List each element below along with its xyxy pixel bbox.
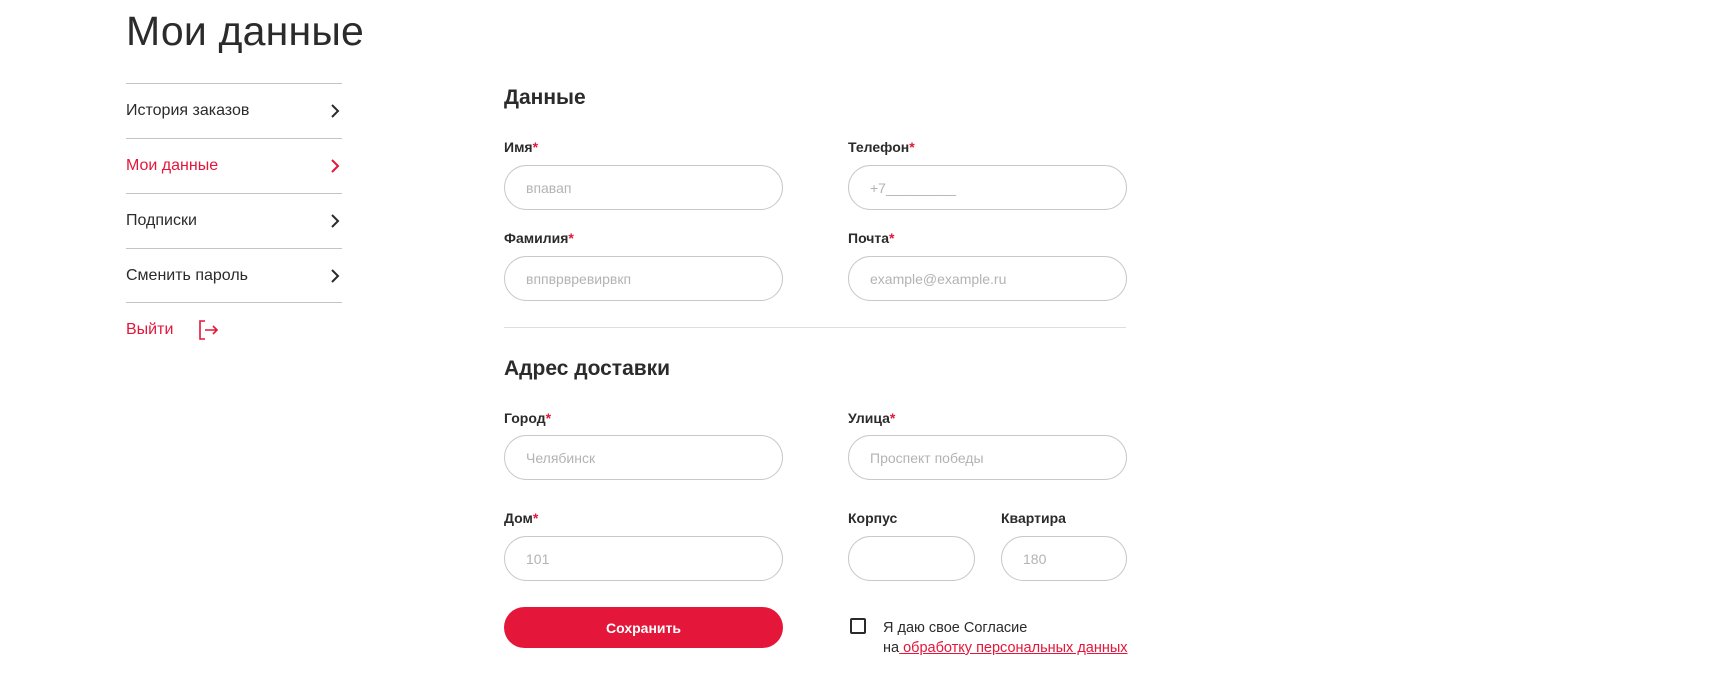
city-label: Город* <box>504 410 552 426</box>
chevron-right-icon <box>331 159 340 173</box>
page: Мои данные История заказов Мои данные По… <box>0 0 1730 694</box>
email-input[interactable] <box>848 256 1127 301</box>
consent-line-2: на обработку персональных данных <box>883 640 1128 656</box>
house-label: Дом* <box>504 510 539 526</box>
section-divider <box>504 327 1126 328</box>
logout-icon <box>199 320 219 340</box>
sidebar-item-change-password[interactable]: Сменить пароль <box>126 248 342 303</box>
consent-policy-link[interactable]: обработку персональных данных <box>899 640 1127 656</box>
sidebar-item-label: Мои данные <box>126 157 219 174</box>
apartment-label: Квартира <box>1001 510 1066 526</box>
house-input[interactable] <box>504 536 783 581</box>
chevron-right-icon <box>331 214 340 228</box>
chevron-right-icon <box>331 268 340 283</box>
section-title-personal: Данные <box>504 86 586 109</box>
name-input[interactable] <box>504 165 783 210</box>
email-label: Почта* <box>848 230 895 246</box>
city-input[interactable] <box>504 435 783 480</box>
phone-input[interactable] <box>848 165 1127 210</box>
sidebar-item-label: Подписки <box>126 212 197 229</box>
apartment-input[interactable] <box>1001 536 1127 581</box>
name-label: Имя* <box>504 139 539 155</box>
building-label: Корпус <box>848 510 898 526</box>
phone-label: Телефон* <box>848 139 915 155</box>
page-title: Мои данные <box>126 8 364 54</box>
sidebar-item-my-data[interactable]: Мои данные <box>126 138 342 193</box>
consent-checkbox[interactable] <box>850 618 866 634</box>
street-label: Улица* <box>848 410 896 426</box>
surname-label: Фамилия* <box>504 230 574 246</box>
sidebar-nav: История заказов Мои данные Подписки Смен… <box>126 83 342 342</box>
sidebar-item-label: История заказов <box>126 102 250 119</box>
street-input[interactable] <box>848 435 1127 480</box>
chevron-right-icon <box>331 104 340 118</box>
section-title-address: Адрес доставки <box>504 357 671 380</box>
consent-text: Я даю свое Согласие на обработку персона… <box>883 618 1128 658</box>
sidebar-item-label: Сменить пароль <box>126 266 249 284</box>
logout-label: Выйти <box>126 321 174 338</box>
sidebar-item-order-history[interactable]: История заказов <box>126 83 342 138</box>
consent-line-1: Я даю свое Согласие <box>883 620 1028 636</box>
sidebar-item-subscriptions[interactable]: Подписки <box>126 193 342 248</box>
save-button[interactable]: Сохранить <box>504 607 783 648</box>
surname-input[interactable] <box>504 256 783 301</box>
logout-button[interactable]: Выйти <box>126 318 342 342</box>
building-input[interactable] <box>848 536 975 581</box>
